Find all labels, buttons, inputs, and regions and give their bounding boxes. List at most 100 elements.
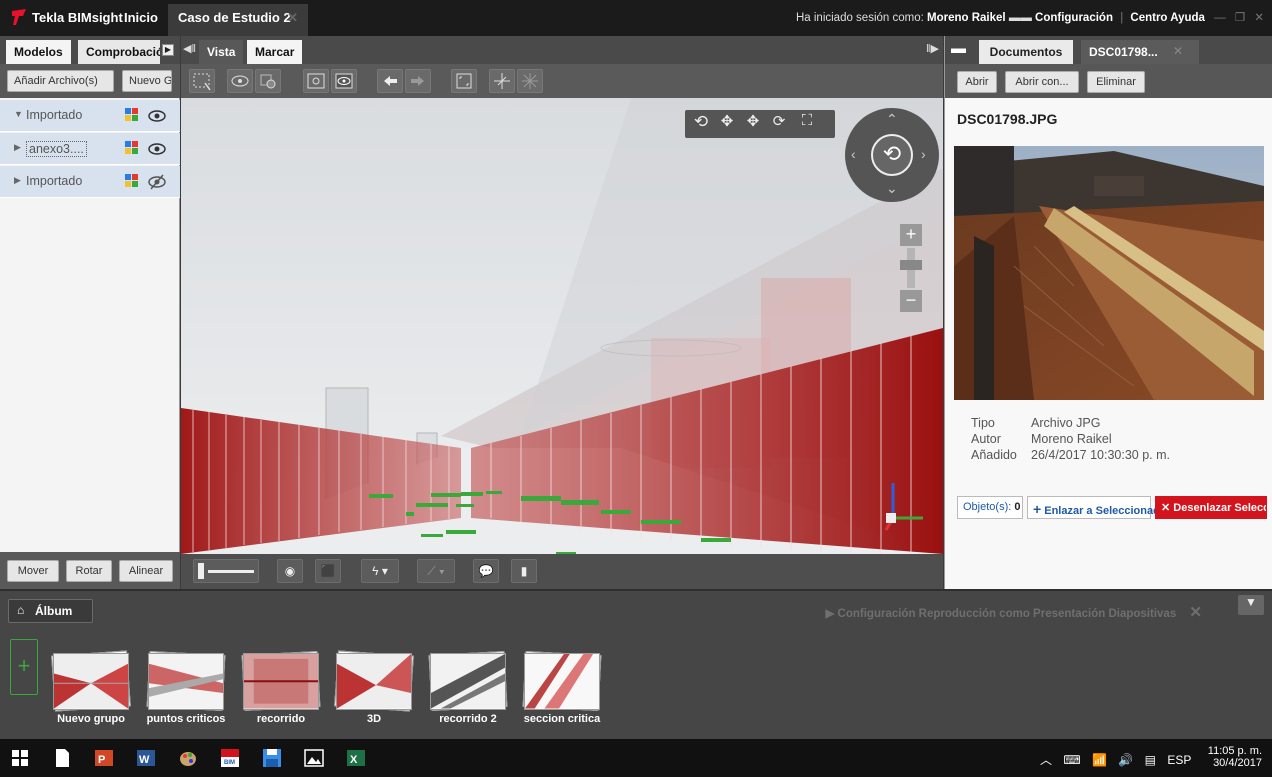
slideshow-settings[interactable]: ▶ Configuración Reproducción como Presen… bbox=[825, 603, 1202, 621]
transparency-slider[interactable] bbox=[193, 559, 259, 583]
fullscreen-icon[interactable]: ⛶ bbox=[795, 112, 819, 136]
orbit-icon[interactable]: ⟲ bbox=[689, 112, 713, 136]
settings-tools-icon[interactable]: ✕ bbox=[1189, 604, 1202, 621]
show-all-icon[interactable] bbox=[331, 69, 357, 93]
3d-viewport[interactable]: ⟲ ✥ ✥ ⟳ ⛶ ⟲ ⌃ ⌄ ‹ › + − bbox=[181, 98, 943, 554]
add-snapshot-icon[interactable]: + bbox=[10, 639, 38, 695]
help-link[interactable]: Centro Ayuda bbox=[1130, 12, 1205, 24]
eye-icon[interactable] bbox=[148, 140, 166, 158]
volume-icon[interactable]: 🔊 bbox=[1118, 753, 1133, 767]
tab-documents[interactable]: Documentos bbox=[979, 40, 1073, 64]
expand-right-icon[interactable]: ▶ bbox=[14, 175, 21, 186]
measure-dropdown-icon[interactable]: ⟋ ▾ bbox=[417, 559, 455, 583]
color-palette-icon[interactable] bbox=[125, 141, 139, 155]
eye-hidden-icon[interactable] bbox=[148, 173, 166, 191]
user-menu-icon[interactable]: ▬▬ bbox=[1009, 12, 1032, 24]
nav-right-icon[interactable]: › bbox=[921, 146, 926, 162]
thumbnail[interactable]: puntos criticos bbox=[147, 651, 225, 725]
nav-left-icon[interactable]: ‹ bbox=[851, 146, 856, 162]
delete-button[interactable]: Eliminar bbox=[1087, 71, 1145, 93]
thumbnail[interactable]: 3D bbox=[334, 650, 414, 725]
tab-home[interactable]: Inicio bbox=[124, 10, 158, 25]
thumbnail[interactable]: recorrido bbox=[241, 651, 321, 725]
album-button[interactable]: ⌂ Álbum bbox=[8, 599, 93, 623]
move-button[interactable]: Mover bbox=[7, 560, 59, 582]
document-photo[interactable] bbox=[954, 146, 1264, 400]
walk-icon[interactable]: ⟳ bbox=[767, 112, 791, 136]
box-icon[interactable]: ⬛ bbox=[315, 559, 341, 583]
photos-icon[interactable] bbox=[304, 748, 324, 768]
wifi-icon[interactable]: 📶 bbox=[1092, 753, 1107, 767]
pin-icon[interactable]: ▬ bbox=[951, 40, 966, 57]
zoom-in-icon[interactable]: + bbox=[900, 224, 922, 246]
thumbnail[interactable]: Nuevo grupo bbox=[51, 650, 131, 725]
bimsight-icon[interactable]: BIM bbox=[220, 748, 240, 768]
clip-plane-icon[interactable] bbox=[489, 69, 515, 93]
excel-icon[interactable]: X bbox=[346, 748, 366, 768]
collapse-album-icon[interactable]: ▼ bbox=[1238, 595, 1264, 615]
tree-row[interactable]: ▼ Importado bbox=[0, 100, 180, 132]
thumbnail[interactable]: recorrido 2 bbox=[428, 651, 508, 725]
file-icon[interactable] bbox=[52, 748, 72, 768]
tab-scroll-right-icon[interactable]: ▶ bbox=[162, 44, 174, 56]
select-box-icon[interactable] bbox=[189, 69, 215, 93]
tree-row[interactable]: ▶ anexo3.... bbox=[0, 133, 180, 165]
add-file-button[interactable]: Añadir Archivo(s) bbox=[7, 70, 114, 92]
collapse-left-icon[interactable]: ◀‖ bbox=[183, 42, 196, 55]
word-icon[interactable]: W bbox=[136, 748, 156, 768]
zoom-out-icon[interactable]: − bbox=[900, 290, 922, 312]
unlink-selected-button[interactable]: ✕ Desenlazar Selecc bbox=[1155, 496, 1267, 519]
close-tab-icon[interactable]: ✕ bbox=[287, 10, 298, 26]
show-selected-icon[interactable] bbox=[303, 69, 329, 93]
fit-view-icon[interactable] bbox=[451, 69, 477, 93]
notification-icon[interactable]: ▤ bbox=[1145, 753, 1156, 767]
user-name[interactable]: Moreno Raikel bbox=[927, 12, 1006, 24]
collapse-right-icon[interactable]: ‖▶ bbox=[926, 42, 939, 55]
expand-down-icon[interactable]: ▼ bbox=[14, 109, 23, 119]
keyboard-icon[interactable]: ⌨ bbox=[1063, 753, 1080, 767]
rotate-button[interactable]: Rotar bbox=[66, 560, 112, 582]
isolate-icon[interactable] bbox=[227, 69, 253, 93]
document-icon[interactable]: ▮ bbox=[511, 559, 537, 583]
remove-clip-icon[interactable] bbox=[517, 69, 543, 93]
color-palette-icon[interactable] bbox=[125, 174, 139, 188]
tab-models[interactable]: Modelos bbox=[6, 40, 71, 64]
align-button[interactable]: Alinear bbox=[119, 560, 173, 582]
nav-up-icon[interactable]: ⌃ bbox=[886, 111, 898, 128]
tab-project[interactable]: Caso de Estudio 2 ✕ bbox=[168, 4, 308, 36]
config-link[interactable]: Configuración bbox=[1035, 12, 1113, 24]
thumbnail[interactable]: seccion critica bbox=[522, 651, 602, 725]
color-palette-icon[interactable] bbox=[125, 108, 139, 122]
hide-icon[interactable] bbox=[255, 69, 281, 93]
link-selected-button[interactable]: + Enlazar a Seleccionado bbox=[1027, 496, 1167, 519]
chevron-up-icon[interactable]: ︿ bbox=[1040, 753, 1052, 767]
open-with-button[interactable]: Abrir con... bbox=[1005, 71, 1079, 93]
look-icon[interactable]: ✥ bbox=[741, 112, 765, 136]
language-indicator[interactable]: ESP bbox=[1167, 753, 1191, 767]
close-doc-tab-icon[interactable]: ✕ bbox=[1173, 44, 1183, 58]
system-tray-icons[interactable]: ︿ ⌨ 📶 🔊 ▤ ESP bbox=[1040, 751, 1191, 768]
expand-right-icon[interactable]: ▶ bbox=[14, 142, 21, 153]
lightning-dropdown-icon[interactable]: ϟ ▾ bbox=[361, 559, 399, 583]
undo-icon[interactable] bbox=[377, 69, 403, 93]
paint-icon[interactable] bbox=[178, 748, 198, 768]
open-button[interactable]: Abrir bbox=[957, 71, 997, 93]
eye-toggle-icon[interactable]: ◉ bbox=[277, 559, 303, 583]
pan-icon[interactable]: ✥ bbox=[715, 112, 739, 136]
windows-start-icon[interactable] bbox=[10, 748, 30, 768]
tab-checks[interactable]: Comprobació bbox=[78, 40, 160, 64]
comment-icon[interactable]: 💬 bbox=[473, 559, 499, 583]
clock[interactable]: 11:05 p. m. 30/4/2017 bbox=[1208, 745, 1262, 769]
eye-icon[interactable] bbox=[148, 107, 166, 125]
redo-icon[interactable] bbox=[405, 69, 431, 93]
save-disk-icon[interactable] bbox=[262, 748, 282, 768]
tab-view[interactable]: Vista bbox=[199, 40, 244, 64]
tab-markup[interactable]: Marcar bbox=[247, 40, 303, 64]
restore-icon[interactable]: ❐ bbox=[1235, 12, 1245, 24]
slider-handle[interactable] bbox=[198, 563, 204, 579]
nav-center-orbit-icon[interactable]: ⟲ bbox=[871, 134, 913, 176]
zoom-handle[interactable] bbox=[900, 260, 922, 270]
minimize-icon[interactable]: — bbox=[1214, 12, 1226, 24]
close-window-icon[interactable]: ✕ bbox=[1254, 12, 1264, 24]
new-group-button[interactable]: Nuevo G bbox=[122, 70, 172, 92]
